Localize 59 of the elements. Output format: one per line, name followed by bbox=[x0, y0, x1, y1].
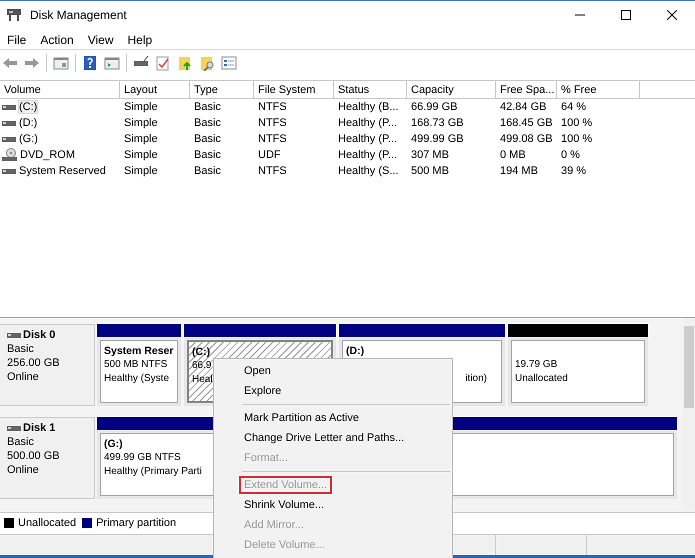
partition-label: System Reser bbox=[104, 344, 174, 358]
disk-type: Basic bbox=[7, 342, 35, 356]
table-cell-text: Simple bbox=[123, 132, 159, 148]
partition-size: 499.99 GB NTFS bbox=[104, 451, 181, 466]
table-cell-text: 42.84 GB bbox=[499, 100, 548, 116]
table-cell-text: NTFS bbox=[257, 116, 288, 132]
table-cell-text: 499.08 GB bbox=[499, 132, 554, 148]
table-cell-text: 500 MB bbox=[410, 164, 450, 180]
table-cell-text: NTFS bbox=[257, 100, 288, 116]
partition-size: 500 MB NTFS bbox=[104, 358, 168, 372]
partition-status: ition) bbox=[465, 372, 488, 386]
table-cell-text: 168.45 GB bbox=[499, 116, 554, 132]
table-cell-text: 194 MB bbox=[499, 164, 539, 180]
table-cell-text: Basic bbox=[193, 164, 222, 180]
table-cell-text: 499.99 GB bbox=[410, 132, 465, 148]
table-cell-text: 64 % bbox=[560, 100, 588, 116]
disk-status: Online bbox=[7, 463, 40, 478]
table-cell-text: Healthy (P... bbox=[337, 148, 398, 164]
table-cell-text: Healthy (P... bbox=[337, 116, 398, 132]
table-cell-text: 100 % bbox=[560, 116, 594, 132]
table-cell-text: 168.73 GB bbox=[410, 116, 465, 132]
partition-size: 66.9 bbox=[192, 359, 212, 374]
partition-label: (D:) bbox=[346, 344, 364, 358]
partition-label: (G:) bbox=[104, 437, 123, 452]
partition-status: Heal bbox=[192, 373, 213, 388]
table-cell-text: Basic bbox=[193, 148, 222, 164]
table-cell-text: Simple bbox=[123, 164, 159, 180]
legend-label: Primary partition bbox=[96, 517, 176, 530]
disk-status: Online bbox=[7, 370, 40, 384]
table-cell-text: UDF bbox=[257, 148, 282, 164]
partition-size: 19.79 GB bbox=[515, 358, 558, 372]
disk-type: Basic bbox=[7, 435, 35, 450]
window-title: Disk Management bbox=[30, 8, 127, 22]
table-cell-text: Healthy (S... bbox=[337, 164, 400, 180]
table-cell-text: 307 MB bbox=[410, 148, 450, 164]
table-cell-text: Healthy (B... bbox=[337, 100, 400, 116]
partition-status: Unallocated bbox=[515, 372, 568, 386]
table-cell-text: 39 % bbox=[560, 164, 588, 180]
table-cell-text: Basic bbox=[193, 100, 222, 116]
disk-name: Disk 1 bbox=[23, 421, 56, 436]
table-cell-text: 66.99 GB bbox=[410, 100, 458, 116]
disk-size: 256.00 GB bbox=[7, 356, 61, 370]
disk-size: 500.00 GB bbox=[7, 449, 61, 464]
partition-label: (C:) bbox=[192, 345, 210, 360]
table-cell-text: 0 MB bbox=[499, 148, 527, 164]
table-cell-text: NTFS bbox=[257, 132, 288, 148]
table-cell-text: 0 % bbox=[560, 148, 581, 164]
table-cell-text: 100 % bbox=[560, 132, 594, 148]
table-cell-text: Simple bbox=[123, 116, 159, 132]
table-cell-text: Healthy (P... bbox=[337, 132, 398, 148]
disk-name: Disk 0 bbox=[23, 328, 56, 342]
partition-status: Healthy (Syste bbox=[104, 372, 170, 386]
partition-status: Healthy (Primary Parti bbox=[104, 465, 202, 480]
table-cell-text: NTFS bbox=[257, 164, 288, 180]
table-cell-text: Simple bbox=[123, 148, 159, 164]
table-cell-text: Basic bbox=[193, 132, 222, 148]
legend-label: Unallocated bbox=[18, 517, 76, 530]
table-cell-text: Basic bbox=[193, 116, 222, 132]
table-cell-text: Simple bbox=[123, 100, 159, 116]
